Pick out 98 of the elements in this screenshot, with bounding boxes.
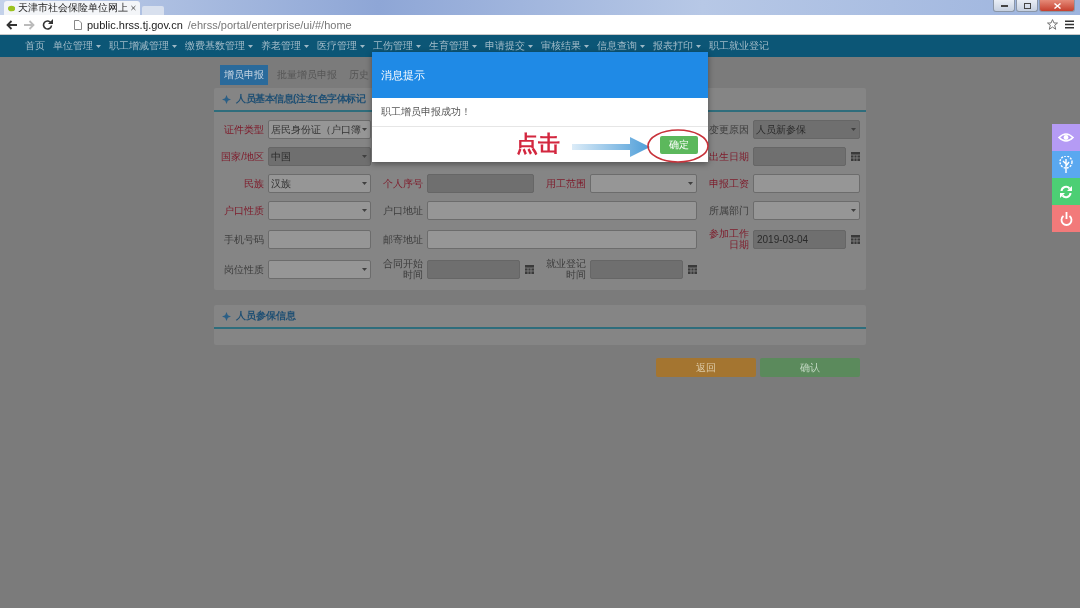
nav-menu-item[interactable]: 单位管理 [53,39,101,53]
caret-icon [688,182,693,185]
nav-menu-item[interactable]: 首页 [25,39,45,53]
forward-icon[interactable] [24,19,35,30]
minimize-icon [1000,4,1008,7]
caret-icon [172,44,177,48]
page-icon [74,19,82,30]
minimize-button[interactable] [993,0,1015,12]
calendar-icon[interactable] [688,264,697,274]
field-label: 变更原因 [708,124,749,135]
field-label: 出生日期 [708,151,749,162]
caret-icon [248,44,253,48]
caret-icon [304,44,309,48]
caret-icon [362,128,367,131]
field-label: 手机号码 [223,233,264,245]
close-button[interactable] [1039,0,1075,12]
back-button[interactable]: 返回 [656,358,756,377]
field-label: 户口性质 [223,205,264,216]
caret-icon [584,44,589,48]
field-label: 证件类型 [223,124,264,135]
caret-icon [362,209,367,212]
close-icon [1053,2,1061,9]
arrow-icon [572,137,650,157]
annotation-text: 点击 [516,131,560,157]
field-label: 个人序号 [382,178,423,189]
side-toolbar-button[interactable] [1052,205,1080,232]
field-label: 用工范围 [545,178,586,189]
tree-icon [1059,156,1073,173]
field-label: 岗位性质 [223,263,264,275]
nav-menu-item[interactable]: 信息查询 [597,39,645,53]
caret-icon [362,155,367,158]
caret-icon [696,44,701,48]
select-field[interactable]: 汉族 [268,174,371,193]
nav-menu-item[interactable]: 报表打印 [653,39,701,53]
form-tab[interactable]: 增员申报 [220,65,268,85]
nav-menu-item[interactable]: 缴费基数管理 [185,39,253,53]
section-title: 人员基本信息(注:红色字体标记 [236,92,366,106]
nav-menu-item[interactable]: 职工增减管理 [109,39,177,53]
caret-icon [362,182,367,185]
field-label: 合同开始时间 [382,258,423,280]
confirm-button[interactable]: 确认 [760,358,860,377]
highlight-ellipse [647,129,709,163]
nav-menu-item[interactable]: 工伤管理 [373,39,421,53]
select-field[interactable] [590,174,697,193]
nav-menu-item[interactable]: 养老管理 [261,39,309,53]
field-label: 国家/地区 [220,151,264,162]
browser-tab[interactable]: 天津市社会保险单位网上 [4,1,140,15]
reload-icon[interactable] [42,19,53,30]
select-field[interactable] [268,201,371,220]
dialog-message: 职工增员申报成功！ [381,105,471,119]
leaf-icon [8,4,16,12]
menu-icon[interactable] [1065,20,1074,29]
input-field[interactable] [427,201,697,220]
nav-menu-item[interactable]: 审核结果 [541,39,589,53]
field-label: 参加工作日期 [708,228,749,250]
ok-button[interactable]: 确定 [660,135,698,154]
caret-icon [640,44,645,48]
diamond-icon [222,94,231,104]
caret-icon [360,44,365,48]
input-field[interactable] [427,229,697,249]
side-toolbar-button[interactable] [1052,151,1080,178]
caret-icon [362,267,367,271]
dialog-title: 消息提示 [381,67,425,83]
calendar-icon[interactable] [851,234,860,244]
eye-icon [1058,132,1074,143]
input-field[interactable] [753,174,860,193]
maximize-icon [1023,2,1031,9]
select-field[interactable] [753,201,860,220]
diamond-icon [222,311,231,321]
input-field[interactable] [268,229,371,249]
power-icon [1059,211,1073,226]
nav-menu-item[interactable]: 申请提交 [485,39,533,53]
back-icon[interactable] [6,19,17,30]
side-toolbar-button[interactable] [1052,124,1080,151]
field-label: 就业登记时间 [545,258,586,280]
address-field[interactable]: public.hrss.tj.gov.cn /ehrss/portal/enterprise/ui/#/home [60,16,1040,33]
section-title: 人员参保信息 [236,309,296,323]
caret-icon [416,44,421,48]
caret-icon [851,209,856,212]
caret-icon [528,44,533,48]
nav-menu-item[interactable]: 医疗管理 [317,39,365,53]
refresh-icon [1059,184,1073,199]
calendar-icon[interactable] [851,152,860,161]
caret-icon [851,128,856,131]
field-label: 所属部门 [708,205,749,216]
field-label: 民族 [243,178,264,189]
star-icon[interactable] [1047,19,1058,30]
nav-menu-item[interactable]: 生育管理 [429,39,477,53]
select-field[interactable] [268,259,371,279]
select-field[interactable]: 居民身份证（户口簿 [268,120,371,139]
caret-icon [472,44,477,48]
nav-menu-item[interactable]: 职工就业登记 [709,39,769,53]
close-icon[interactable] [131,5,136,11]
calendar-icon[interactable] [525,264,534,274]
maximize-button[interactable] [1016,0,1038,12]
side-toolbar-button[interactable] [1052,178,1080,205]
caret-icon [96,44,101,48]
field-label: 申报工资 [708,178,749,189]
